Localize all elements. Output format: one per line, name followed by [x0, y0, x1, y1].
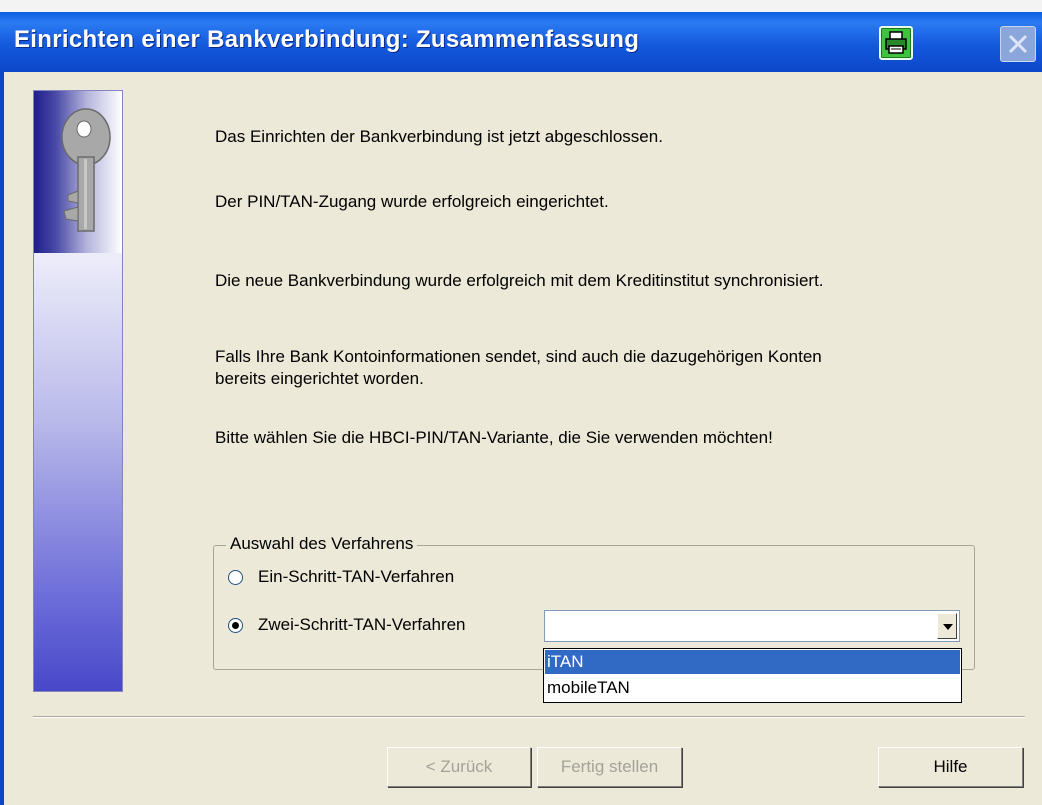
key-icon: [61, 108, 111, 232]
finish-button[interactable]: Fertig stellen: [537, 747, 682, 787]
close-button[interactable]: [1000, 26, 1036, 62]
sync-message: Die neue Bankverbindung wurde erfolgreic…: [215, 271, 824, 290]
accounts-message-line1: Falls Ihre Bank Kontoinformationen sende…: [215, 347, 822, 366]
procedure-group-legend: Auswahl des Verfahrens: [226, 534, 418, 554]
completion-message: Das Einrichten der Bankverbindung ist je…: [215, 127, 663, 146]
close-icon: [1008, 34, 1028, 54]
one-step-tan-radio[interactable]: [228, 570, 243, 585]
two-step-tan-label[interactable]: Zwei-Schritt-TAN-Verfahren: [258, 615, 466, 635]
dropdown-option-mobiletan[interactable]: mobileTAN: [545, 676, 960, 700]
help-button[interactable]: Hilfe: [878, 747, 1023, 787]
choose-variant-message: Bitte wählen Sie die HBCI-PIN/TAN-Varian…: [215, 428, 773, 447]
print-button[interactable]: [879, 26, 913, 60]
pin-tan-message: Der PIN/TAN-Zugang wurde erfolgreich ein…: [215, 192, 609, 211]
tan-method-combobox[interactable]: [544, 610, 960, 642]
window-top-strip: [0, 0, 1042, 12]
accounts-message-line2: bereits eingerichtet worden.: [215, 369, 424, 388]
two-step-tan-radio[interactable]: [228, 618, 243, 633]
window-title: Einrichten einer Bankverbindung: Zusamme…: [14, 26, 640, 53]
tan-method-dropdown-list: iTAN mobileTAN: [543, 648, 962, 703]
title-bar[interactable]: Einrichten einer Bankverbindung: Zusamme…: [0, 12, 1042, 72]
radio-selected-dot: [232, 622, 239, 629]
chevron-down-icon[interactable]: [937, 613, 957, 639]
dropdown-option-itan[interactable]: iTAN: [545, 650, 960, 674]
printer-icon: [885, 31, 907, 54]
wizard-side-banner: [33, 90, 123, 692]
back-button[interactable]: < Zurück: [387, 747, 531, 787]
key-image: [34, 91, 122, 253]
one-step-tan-label[interactable]: Ein-Schritt-TAN-Verfahren: [258, 567, 454, 587]
footer-separator: [33, 716, 1025, 718]
